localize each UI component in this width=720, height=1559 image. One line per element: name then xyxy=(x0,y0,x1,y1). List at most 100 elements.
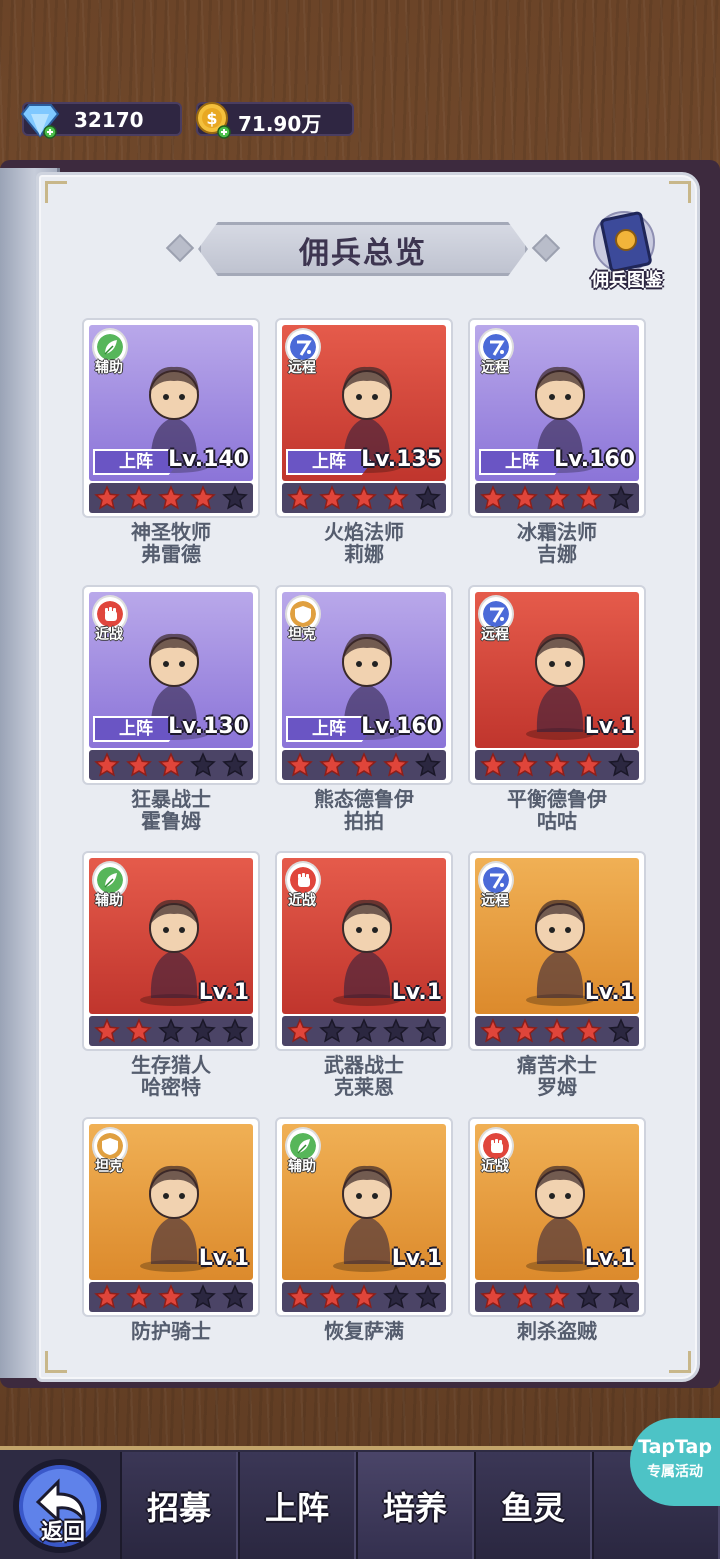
mercenary-card[interactable]: 远程 上阵 Lv.135 xyxy=(275,318,453,518)
star-empty-icon xyxy=(158,1018,184,1043)
hero-personal-name: 拍拍 xyxy=(344,809,384,833)
star-empty-icon xyxy=(383,1018,409,1043)
star-empty-icon xyxy=(608,752,634,777)
hero-class-name: 神圣牧师 xyxy=(131,520,211,544)
role-label: 远程 xyxy=(481,627,509,643)
star-filled-icon xyxy=(94,485,120,510)
mercenary-card[interactable]: 辅助 Lv.1 xyxy=(275,1117,453,1317)
gems-value: 32170 xyxy=(74,108,144,132)
star-filled-icon xyxy=(383,752,409,777)
hero-personal-name: 哈密特 xyxy=(141,1075,201,1099)
role-label: 近战 xyxy=(288,893,316,909)
star-empty-icon xyxy=(415,485,441,510)
hero-class-name: 狂暴战士 xyxy=(131,787,211,811)
star-filled-icon xyxy=(512,1284,538,1309)
hero-portrait: 远程 Lv.1 xyxy=(475,592,639,748)
hero-name: 火焰法师 莉娜 xyxy=(264,521,464,565)
star-filled-icon xyxy=(544,1284,570,1309)
deployed-badge: 上阵 xyxy=(479,449,565,475)
star-filled-icon xyxy=(576,1018,602,1043)
mercenary-card[interactable]: 远程 Lv.1 xyxy=(468,585,646,785)
deployed-badge: 上阵 xyxy=(286,449,372,475)
taptap-title: TapTap xyxy=(638,1436,712,1458)
gems-counter[interactable]: 32170 xyxy=(20,102,182,139)
star-filled-icon xyxy=(512,1018,538,1043)
mercenary-card[interactable]: 近战 上阵 Lv.130 xyxy=(82,585,260,785)
star-empty-icon xyxy=(222,485,248,510)
hero-portrait: 坦克 Lv.1 xyxy=(89,1124,253,1280)
role-label: 辅助 xyxy=(95,893,123,909)
hero-level: Lv.1 xyxy=(391,980,442,1005)
mercenary-card[interactable]: 近战 Lv.1 xyxy=(275,851,453,1051)
tab-recruit[interactable]: 招募 xyxy=(120,1452,238,1559)
hero-class-name: 痛苦术士 xyxy=(517,1053,597,1077)
hero-portrait: 近战 Lv.1 xyxy=(282,858,446,1014)
page-title-banner: 佣兵总览 xyxy=(165,222,561,276)
taptap-subtitle: 专属活动 xyxy=(647,1464,703,1480)
role-label: 近战 xyxy=(481,1159,509,1175)
star-empty-icon xyxy=(190,1284,216,1309)
star-empty-icon xyxy=(608,1018,634,1043)
star-empty-icon xyxy=(222,1284,248,1309)
page-corner-ornament xyxy=(669,1351,691,1373)
role-label: 远程 xyxy=(288,360,316,376)
gold-coin-plus-icon: $ xyxy=(196,102,231,139)
hero-portrait: 远程 上阵 Lv.135 xyxy=(282,325,446,481)
role-label: 远程 xyxy=(481,893,509,909)
tab-deploy[interactable]: 上阵 xyxy=(238,1452,356,1559)
hero-level: Lv.1 xyxy=(391,1246,442,1271)
hero-name: 狂暴战士 霍鲁姆 xyxy=(71,788,271,832)
back-label: 返回 xyxy=(40,1520,85,1545)
hero-class-name: 熊态德鲁伊 xyxy=(314,787,414,811)
page-corner-ornament xyxy=(669,181,691,203)
hero-level: Lv.1 xyxy=(198,980,249,1005)
hero-name: 痛苦术士 罗姆 xyxy=(457,1054,657,1098)
page-title: 佣兵总览 xyxy=(299,236,427,271)
star-filled-icon xyxy=(158,1284,184,1309)
mercenary-card[interactable]: 辅助 上阵 Lv.140 xyxy=(82,318,260,518)
hero-level: Lv.1 xyxy=(584,980,635,1005)
hero-personal-name: 霍鲁姆 xyxy=(141,809,201,833)
hero-personal-name: 吉娜 xyxy=(537,542,577,566)
page-corner-ornament xyxy=(45,181,67,203)
star-filled-icon xyxy=(544,1018,570,1043)
star-filled-icon xyxy=(576,485,602,510)
page-corner-ornament xyxy=(45,1351,67,1373)
mercenary-card[interactable]: 坦克 Lv.1 xyxy=(82,1117,260,1317)
hero-level: Lv.1 xyxy=(198,1246,249,1271)
mercenary-codex-button[interactable]: 佣兵图鉴 xyxy=(584,208,670,296)
hero-level: Lv.135 xyxy=(361,447,442,472)
star-empty-icon xyxy=(608,1284,634,1309)
hero-name: 生存猎人 哈密特 xyxy=(71,1054,271,1098)
star-filled-icon xyxy=(158,485,184,510)
hero-name: 神圣牧师 弗雷德 xyxy=(71,521,271,565)
star-filled-icon xyxy=(319,1284,345,1309)
deployed-badge: 上阵 xyxy=(93,449,179,475)
star-filled-icon xyxy=(126,1018,152,1043)
taptap-event-button[interactable]: TapTap 专属活动 xyxy=(630,1418,720,1506)
hero-class-name: 火焰法师 xyxy=(324,520,404,544)
deployed-badge: 上阵 xyxy=(286,716,372,742)
star-filled-icon xyxy=(512,485,538,510)
tab-train[interactable]: 培养 xyxy=(356,1452,474,1559)
star-filled-icon xyxy=(126,1284,152,1309)
tab-fish-spirit[interactable]: 鱼灵 xyxy=(474,1452,592,1559)
star-rating xyxy=(89,1016,253,1046)
mercenary-card[interactable]: 坦克 上阵 Lv.160 xyxy=(275,585,453,785)
mercenary-card[interactable]: 远程 Lv.1 xyxy=(468,851,646,1051)
hero-portrait: 辅助 上阵 Lv.140 xyxy=(89,325,253,481)
star-empty-icon xyxy=(415,1284,441,1309)
gold-value: 71.90万 xyxy=(238,112,322,136)
star-rating xyxy=(282,750,446,780)
hero-personal-name: 莉娜 xyxy=(344,542,384,566)
role-label: 远程 xyxy=(481,360,509,376)
codex-book-icon xyxy=(593,211,655,273)
star-filled-icon xyxy=(94,1018,120,1043)
gold-counter[interactable]: $ 71.90万 xyxy=(196,102,354,139)
hero-level: Lv.160 xyxy=(361,714,442,739)
mercenary-card[interactable]: 远程 上阵 Lv.160 xyxy=(468,318,646,518)
mercenary-card[interactable]: 辅助 Lv.1 xyxy=(82,851,260,1051)
star-filled-icon xyxy=(126,485,152,510)
mercenary-card[interactable]: 近战 Lv.1 xyxy=(468,1117,646,1317)
hero-portrait: 近战 Lv.1 xyxy=(475,1124,639,1280)
